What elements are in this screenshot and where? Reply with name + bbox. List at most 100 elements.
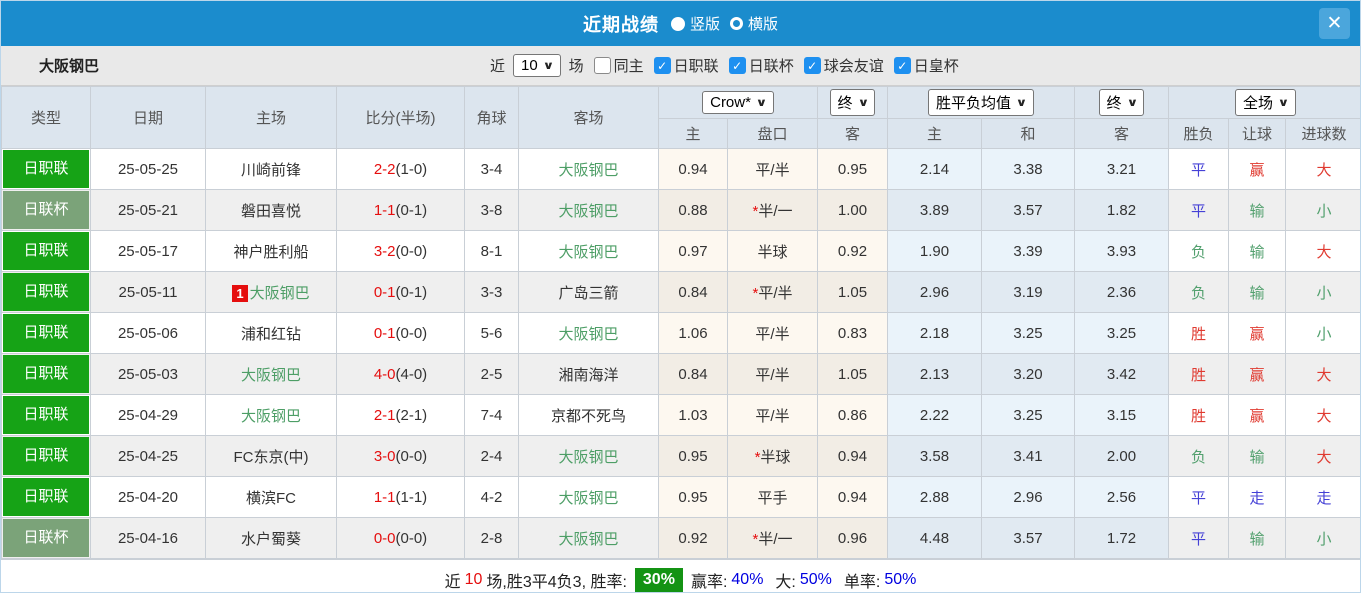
- result-handicap: 输: [1228, 189, 1287, 231]
- away-team-cell[interactable]: 广岛三箭: [518, 271, 659, 313]
- corners: 8-1: [464, 230, 519, 272]
- filter-checkbox-friendly[interactable]: ✓: [803, 57, 821, 74]
- home-team-name[interactable]: 磐田喜悦: [241, 203, 301, 220]
- same-home-checkbox[interactable]: [593, 57, 611, 74]
- home-team-name[interactable]: FC东京(中): [234, 449, 309, 466]
- home-team-name[interactable]: 横滨FC: [246, 490, 296, 507]
- home-team-name[interactable]: 川崎前锋: [241, 162, 301, 179]
- away-team-name[interactable]: 京都不死鸟: [551, 408, 626, 425]
- home-team-name[interactable]: 大阪钢巴: [241, 367, 301, 384]
- home-team-name[interactable]: 大阪钢巴: [241, 408, 301, 425]
- company-select[interactable]: Crow* ∨: [702, 91, 774, 114]
- away-team-cell[interactable]: 湘南海洋: [518, 353, 659, 395]
- avg-period-select[interactable]: 终 ∨: [1098, 89, 1145, 116]
- same-home-label[interactable]: 同主: [614, 55, 644, 76]
- away-team-name[interactable]: 大阪钢巴: [558, 244, 618, 261]
- away-team-cell[interactable]: 大阪钢巴: [518, 189, 659, 231]
- scope-select[interactable]: 全场 ∨: [1235, 89, 1296, 116]
- away-team-cell[interactable]: 京都不死鸟: [518, 394, 659, 436]
- filter-checkbox-emperor[interactable]: ✓: [893, 57, 911, 74]
- company-period-select[interactable]: 终 ∨: [829, 89, 876, 116]
- filter-label-friendly[interactable]: 球会友谊: [824, 55, 884, 76]
- away-team-cell[interactable]: 大阪钢巴: [518, 517, 659, 559]
- match-count-select[interactable]: 10 ∨: [513, 54, 561, 77]
- away-team-cell[interactable]: 大阪钢巴: [518, 148, 659, 190]
- handicap-away-odds: 0.95: [817, 148, 888, 190]
- away-team-name[interactable]: 大阪钢巴: [558, 326, 618, 343]
- home-team-cell[interactable]: 神户胜利船: [205, 230, 337, 272]
- odds-draw: 3.25: [980, 394, 1076, 436]
- home-team-name[interactable]: 神户胜利船: [233, 244, 308, 261]
- away-team-cell[interactable]: 大阪钢巴: [518, 435, 659, 477]
- home-team-name[interactable]: 水户蜀葵: [241, 531, 301, 548]
- chevron-down-icon: ∨: [1277, 97, 1290, 109]
- home-team-cell[interactable]: 横滨FC: [205, 476, 337, 518]
- league-cell: 日职联: [1, 394, 91, 436]
- home-team-cell[interactable]: 1 大阪钢巴: [205, 271, 337, 313]
- away-team-name[interactable]: 广岛三箭: [558, 285, 618, 302]
- away-team-name[interactable]: 大阪钢巴: [558, 531, 618, 548]
- away-team-cell[interactable]: 大阪钢巴: [518, 312, 659, 354]
- vertical-radio-icon[interactable]: [670, 16, 685, 31]
- odds-away: 3.25: [1074, 312, 1170, 354]
- subcol-handicap-line: 盘口: [727, 118, 818, 149]
- handicap-line: 平手: [757, 489, 788, 507]
- halftime-score: (0-0): [395, 447, 428, 465]
- filter-label-j1[interactable]: 日职联: [674, 55, 719, 76]
- league-cell: 日职联: [1, 476, 91, 518]
- away-team-cell[interactable]: 大阪钢巴: [518, 476, 659, 518]
- filter-checkbox-j1[interactable]: ✓: [653, 57, 671, 74]
- vertical-radio-label[interactable]: 竖版: [690, 13, 720, 34]
- handicap-away-odds: 0.94: [817, 435, 888, 477]
- home-team-cell[interactable]: 川崎前锋: [205, 148, 337, 190]
- handicap-home-odds: 1.03: [658, 394, 728, 436]
- handicap-line: 半/一: [758, 202, 793, 220]
- handicap-line-cell: 半球: [727, 230, 818, 272]
- result-goals: 走: [1285, 476, 1360, 518]
- filter-checkbox-jcup[interactable]: ✓: [728, 57, 746, 74]
- away-team-name[interactable]: 大阪钢巴: [558, 449, 618, 466]
- home-team-cell[interactable]: 浦和红钻: [205, 312, 337, 354]
- home-team-name[interactable]: 浦和红钻: [241, 326, 301, 343]
- odds-away: 3.15: [1074, 394, 1170, 436]
- home-team-name[interactable]: 大阪钢巴: [250, 285, 310, 302]
- handicap-home-odds: 0.94: [658, 148, 728, 190]
- away-team-name[interactable]: 大阪钢巴: [558, 203, 618, 220]
- home-team-cell[interactable]: 大阪钢巴: [205, 394, 337, 436]
- home-team-cell[interactable]: 磐田喜悦: [205, 189, 337, 231]
- fulltime-score: 1-1: [373, 201, 396, 219]
- odds-away: 1.82: [1074, 189, 1170, 231]
- away-team-name[interactable]: 大阪钢巴: [558, 490, 618, 507]
- handicap-line-cell: *半/一: [727, 189, 818, 231]
- filter-label-emperor[interactable]: 日皇杯: [914, 55, 959, 76]
- horizontal-radio-label[interactable]: 横版: [748, 13, 778, 34]
- home-team-cell[interactable]: 大阪钢巴: [205, 353, 337, 395]
- avg-select[interactable]: 胜平负均值 ∨: [928, 89, 1034, 116]
- handicap-home-odds: 0.84: [658, 271, 728, 313]
- match-date: 25-05-25: [90, 148, 206, 190]
- odds-home: 2.96: [887, 271, 982, 313]
- home-team-cell[interactable]: 水户蜀葵: [205, 517, 337, 559]
- filter-label-jcup[interactable]: 日联杯: [749, 55, 794, 76]
- handicap-line: 平/半: [755, 366, 790, 384]
- results-table: 类型 日期 主场 比分(半场) 角球 客场 Crow* ∨ 终 ∨ 胜平负均值 …: [1, 86, 1360, 559]
- odds-draw: 3.25: [980, 312, 1076, 354]
- table-body: 日职联 25-05-25 川崎前锋 2-2(1-0) 3-4 大阪钢巴 0.94…: [1, 148, 1360, 559]
- company-period-cell: 终 ∨: [817, 86, 888, 119]
- home-team-cell[interactable]: FC东京(中): [205, 435, 337, 477]
- layout-radio-group: 竖版 横版: [661, 13, 778, 34]
- avg-dropdown-cell: 胜平负均值 ∨: [886, 86, 1076, 119]
- odds-away: 1.72: [1074, 517, 1170, 559]
- halftime-score: (1-0): [395, 160, 428, 178]
- odds-draw: 2.96: [980, 476, 1076, 518]
- away-team-cell[interactable]: 大阪钢巴: [518, 230, 659, 272]
- away-team-name[interactable]: 大阪钢巴: [558, 162, 618, 179]
- close-icon[interactable]: ✕: [1319, 8, 1350, 39]
- match-date: 25-04-16: [90, 517, 206, 559]
- away-team-name[interactable]: 湘南海洋: [558, 367, 618, 384]
- odds-home: 4.48: [887, 517, 982, 559]
- handicap-away-odds: 1.05: [817, 271, 888, 313]
- horizontal-radio-icon[interactable]: [730, 17, 743, 30]
- handicap-line: 平/半: [755, 407, 790, 425]
- table-row: 日职联 25-04-29 大阪钢巴 2-1(2-1) 7-4 京都不死鸟 1.0…: [1, 394, 1360, 436]
